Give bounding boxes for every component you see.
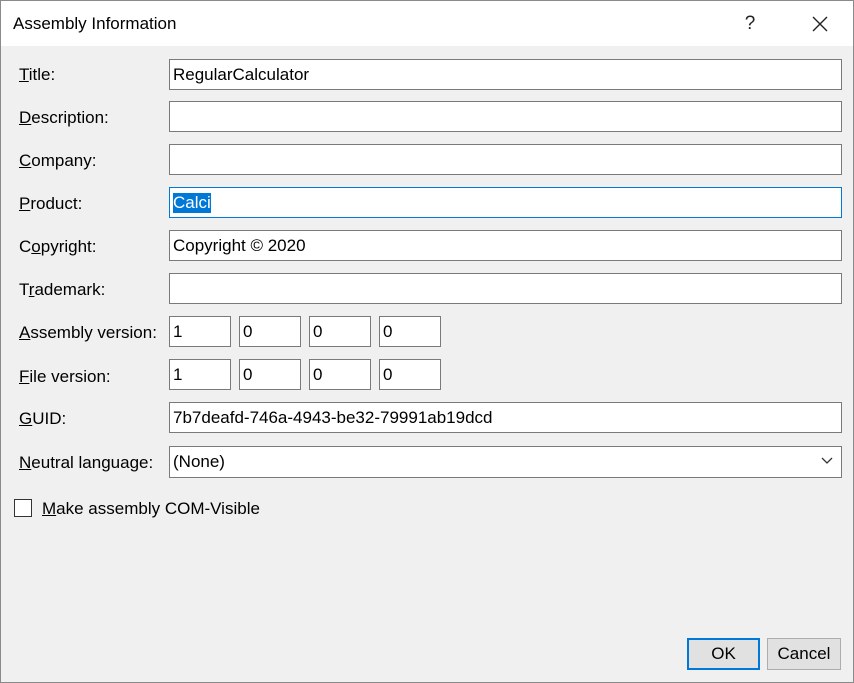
com-visible-label[interactable]: Make assembly COM-Visible [42,499,260,519]
assembly-version-build[interactable]: 0 [309,316,371,347]
product-label: Product: [19,194,83,213]
file-version-major[interactable]: 1 [169,359,231,390]
assembly-version-revision[interactable]: 0 [379,316,441,347]
trademark-label: Trademark: [19,280,106,299]
title-field[interactable]: RegularCalculator [169,59,842,90]
assembly-version-label: Assembly version: [19,323,157,342]
product-field[interactable]: Calci [169,187,842,218]
company-field[interactable] [169,144,842,175]
description-label: Description: [19,108,109,127]
assembly-version-minor[interactable]: 0 [239,316,301,347]
ok-button[interactable]: OK [687,638,760,670]
close-icon [812,16,828,31]
close-button[interactable] [797,1,843,46]
trademark-field[interactable] [169,273,842,304]
neutral-language-label: Neutral language: [19,453,154,472]
copyright-label: Copyright: [19,237,97,256]
company-label: Company: [19,151,97,170]
chevron-down-icon [821,457,833,464]
title-label: Title: [19,65,56,84]
assembly-information-dialog: Assembly Information ? Title: RegularCal… [0,0,854,683]
com-visible-checkbox[interactable] [14,499,32,517]
title-bar: Assembly Information ? [1,1,853,46]
assembly-version-major[interactable]: 1 [169,316,231,347]
file-version-label: File version: [19,367,111,386]
selected-text: Calci [173,192,211,213]
guid-label: GUID: [19,409,67,428]
cancel-button[interactable]: Cancel [767,638,841,670]
file-version-revision[interactable]: 0 [379,359,441,390]
file-version-minor[interactable]: 0 [239,359,301,390]
file-version-build[interactable]: 0 [309,359,371,390]
dialog-title: Assembly Information [13,14,177,33]
neutral-language-select[interactable]: (None) [169,446,842,478]
copyright-field[interactable]: Copyright © 2020 [169,230,842,261]
description-field[interactable] [169,101,842,132]
neutral-language-value: (None) [173,452,225,471]
help-button[interactable]: ? [728,1,772,46]
guid-field[interactable]: 7b7deafd-746a-4943-be32-79991ab19dcd [169,402,842,433]
